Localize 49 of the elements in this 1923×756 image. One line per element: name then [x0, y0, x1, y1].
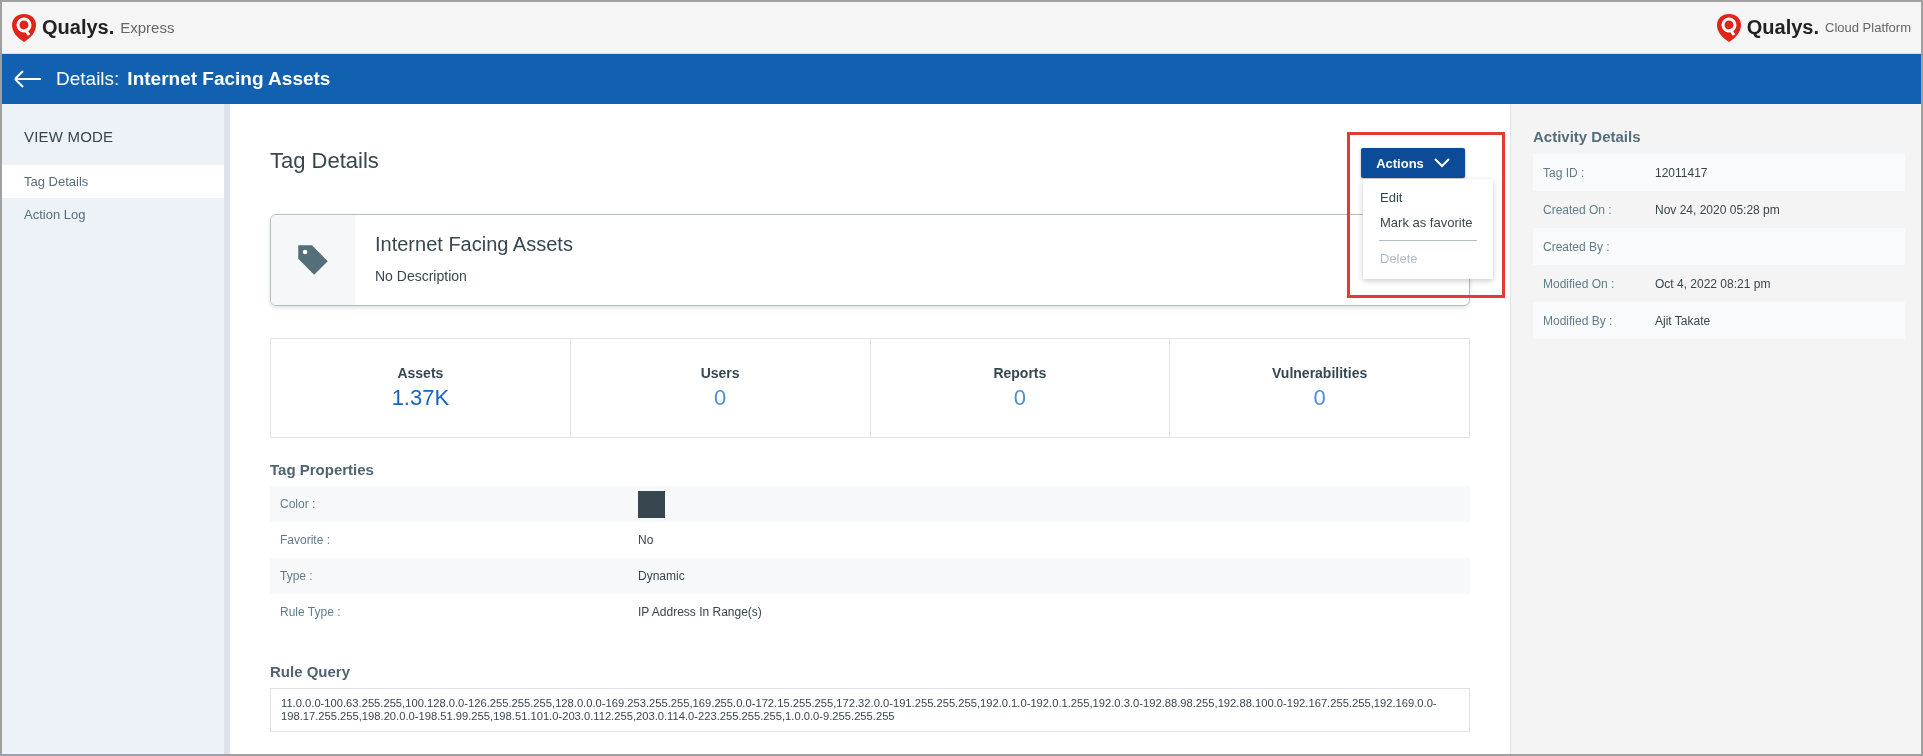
page-title: Internet Facing Assets [127, 68, 331, 90]
property-label: Rule Type : [280, 605, 342, 619]
detail-label: Modified By : [1543, 313, 1614, 328]
detail-label: Modified On : [1543, 276, 1616, 291]
detail-value: Ajit Takate [1655, 313, 1711, 328]
panel-heading: Activity Details [1533, 128, 1642, 145]
property-value: No [638, 533, 654, 547]
brand-name: Qualys. [42, 16, 115, 39]
section-title: Tag Details [270, 148, 379, 174]
stat-label: Vulnerabilities [1272, 365, 1368, 381]
sidebar-item[interactable]: Action Log [2, 198, 224, 231]
stat-value[interactable]: 1.37K [391, 385, 450, 411]
detail-value: Nov 24, 2020 05:28 pm [1655, 202, 1780, 217]
shield-logo-icon [1716, 13, 1741, 42]
rule-query-field: 11.0.0.0-100.63.255.255,100.128.0.0-126.255.255.255,128.0.0.0-169.253.255.255,169.255.0.0-172.15.255.255,172.32.0.0-191.255.255.255,192.0.1.0-192.0.1.255,192.0.3.0-192.88.98.255,192.88.100.0-192.167.255.255,192.169.0.0-198.17.255.255,198.20.0.0-198.51.99.255,198.51.101.0-203.0.112.255,203.0.114.0-223.255.255.255,1.0.0.0-9.255.255.255 [270, 688, 1470, 732]
brand-name: Qualys. [1746, 16, 1819, 39]
left-arrow-icon [14, 70, 42, 88]
detail-label: Created By : [1543, 239, 1611, 254]
property-label: Favorite : [280, 533, 331, 547]
stat-value[interactable]: 0 [1013, 385, 1026, 411]
back-button[interactable] [14, 70, 42, 88]
stat-label: Reports [993, 365, 1047, 381]
detail-label: Tag ID : [1543, 165, 1586, 180]
stat-value[interactable]: 0 [714, 385, 727, 411]
property-label: Color : [280, 497, 317, 511]
section-heading: Tag Properties [270, 461, 375, 478]
section-heading: Rule Query [270, 663, 352, 680]
menu-item[interactable]: Mark as favorite [1363, 210, 1493, 235]
menu-item[interactable]: Edit [1363, 185, 1493, 210]
product-name: Cloud Platform [1825, 20, 1911, 35]
sidebar-heading: VIEW MODE [23, 128, 115, 147]
stat-value[interactable]: 0 [1313, 385, 1326, 411]
property-value: IP Address In Range(s) [638, 605, 762, 619]
detail-value: 12011417 [1655, 165, 1708, 180]
shield-logo-icon [12, 13, 36, 42]
sidebar-item[interactable]: Tag Details [2, 165, 224, 198]
header-label: Details: [56, 68, 120, 90]
tag-icon [296, 243, 330, 277]
actions-dropdown-button[interactable]: Actions [1361, 148, 1465, 178]
detail-label: Created On : [1543, 202, 1613, 217]
tag-name: Internet Facing Assets [375, 233, 573, 256]
chevron-down-icon [1433, 158, 1450, 168]
stat-label: Assets [397, 365, 444, 381]
detail-value: Oct 4, 2022 08:21 pm [1655, 276, 1771, 291]
property-label: Type : [280, 569, 314, 583]
stat-label: Users [700, 365, 740, 381]
tag-description: No Description [375, 268, 468, 284]
product-name: Express [120, 19, 175, 36]
property-value: Dynamic [638, 569, 685, 583]
